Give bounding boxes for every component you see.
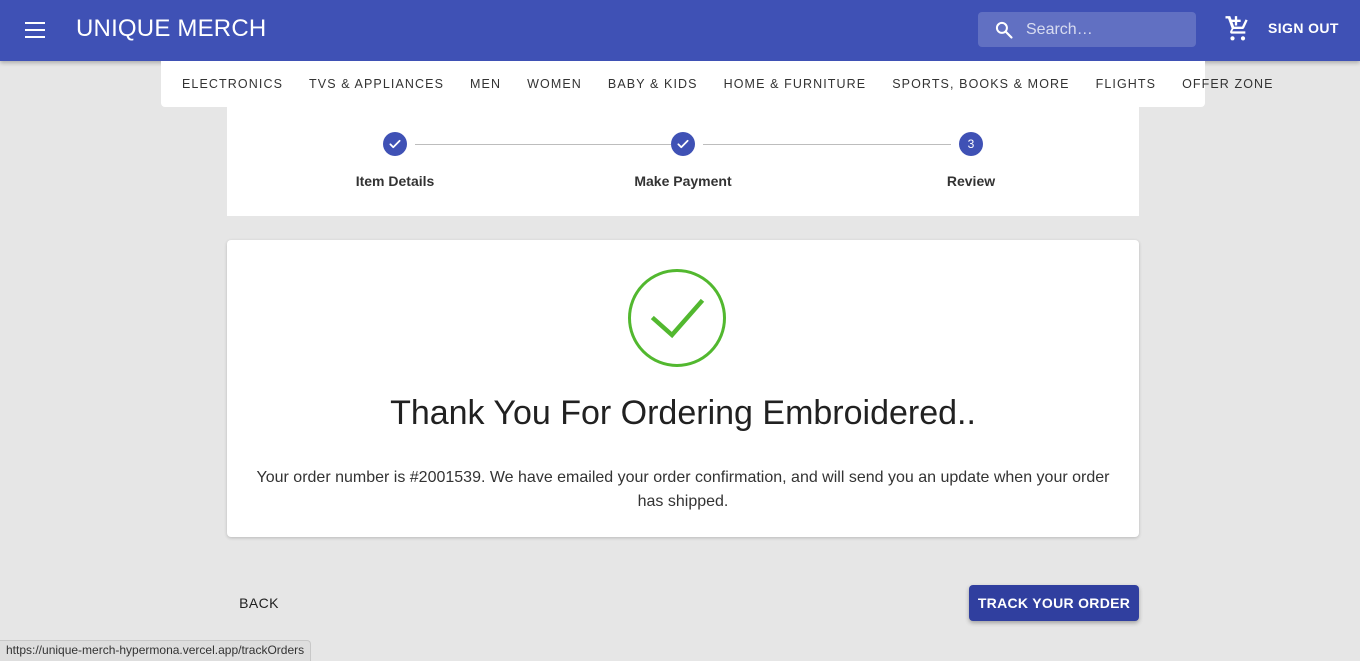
- step-completed-check-icon: [383, 132, 407, 156]
- order-confirmation-message: Your order number is #2001539. We have e…: [256, 469, 1110, 510]
- step-label: Item Details: [355, 173, 435, 189]
- step-number: 3: [959, 132, 983, 156]
- link-status-bar: https://unique-merch-hypermona.vercel.ap…: [0, 640, 312, 661]
- step-label: Make Payment: [634, 173, 732, 189]
- order-confirmation-card: Thank You For Ordering Embroidered.. You…: [227, 240, 1139, 537]
- checkout-stepper: Item Details Make Payment 3 Review: [227, 107, 1139, 216]
- app-bar: UNIQUE MERCH SIGN OUT: [0, 0, 1360, 61]
- step-connector: [415, 144, 671, 145]
- category-offer-zone[interactable]: OFFER ZONE: [1169, 77, 1287, 91]
- success-check-circle-icon: [628, 269, 726, 367]
- thank-you-title: Thank You For Ordering Embroidered..: [390, 394, 976, 432]
- category-tvs-appliances[interactable]: TVS & APPLIANCES: [296, 77, 457, 91]
- category-baby-kids[interactable]: BABY & KIDS: [595, 77, 711, 91]
- search-box: [978, 12, 1196, 47]
- sign-out-button[interactable]: SIGN OUT: [1268, 20, 1339, 36]
- category-home-furniture[interactable]: HOME & FURNITURE: [711, 77, 880, 91]
- category-sports-books-more[interactable]: SPORTS, BOOKS & MORE: [879, 77, 1082, 91]
- category-electronics[interactable]: ELECTRONICS: [169, 77, 296, 91]
- add-shopping-cart-icon: [1225, 16, 1248, 41]
- step-label: Review: [946, 173, 996, 189]
- category-men[interactable]: MEN: [457, 77, 514, 91]
- cart-button[interactable]: [1222, 15, 1250, 43]
- step-completed-check-icon: [671, 132, 695, 156]
- category-flights[interactable]: FLIGHTS: [1083, 77, 1169, 91]
- search-icon: [995, 21, 1013, 39]
- step-connector: [703, 144, 951, 145]
- brand-title[interactable]: UNIQUE MERCH: [76, 15, 266, 43]
- hamburger-menu-icon: [25, 22, 45, 38]
- back-button[interactable]: BACK: [227, 585, 291, 621]
- search-input[interactable]: [1026, 12, 1186, 47]
- category-women[interactable]: WOMEN: [514, 77, 595, 91]
- category-bar: ELECTRONICS TVS & APPLIANCES MEN WOMEN B…: [161, 61, 1273, 107]
- track-order-button[interactable]: TRACK YOUR ORDER: [969, 585, 1139, 621]
- menu-button[interactable]: [20, 14, 52, 46]
